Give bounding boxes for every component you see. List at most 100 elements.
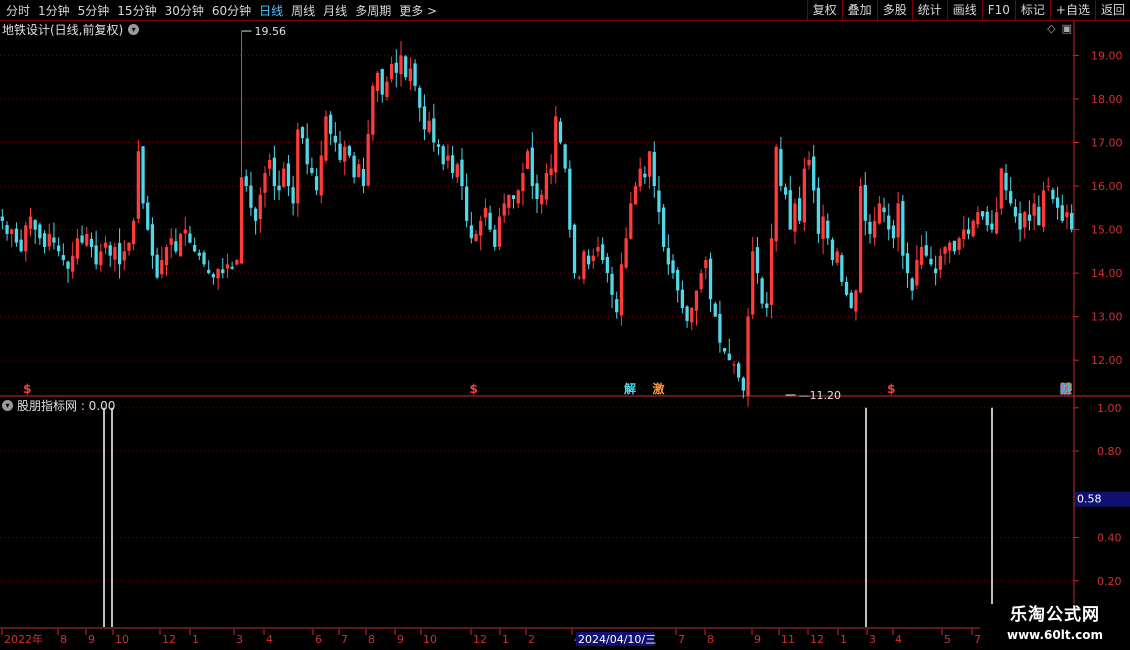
candle <box>1009 177 1013 206</box>
candle-body <box>835 251 839 263</box>
candle <box>525 148 530 169</box>
y-tick-label: 17.00 <box>1091 136 1123 149</box>
candle-body <box>371 85 375 135</box>
candle-body <box>108 245 112 256</box>
candle-body <box>71 255 75 272</box>
candle <box>413 59 417 92</box>
candle-body <box>80 235 84 243</box>
candle <box>460 148 464 201</box>
x-tick-label: 9 <box>397 633 404 646</box>
candle <box>1032 193 1036 230</box>
candle-body <box>774 146 778 242</box>
candle <box>1065 204 1069 230</box>
candle <box>497 207 502 251</box>
chevron-down-icon[interactable]: ▾ <box>2 399 13 411</box>
candle <box>1013 199 1018 223</box>
candle-body <box>436 144 441 147</box>
candle-body <box>258 194 262 220</box>
event-marker: $ <box>23 382 31 396</box>
candle-body <box>647 151 652 177</box>
candle <box>605 253 609 283</box>
candle <box>938 248 942 278</box>
candle-body <box>333 135 337 143</box>
candle-body <box>971 220 975 237</box>
candle-body <box>915 260 919 286</box>
candle <box>765 291 769 317</box>
candle <box>643 166 647 185</box>
candle <box>821 204 825 254</box>
candle <box>211 272 216 285</box>
candle <box>253 206 258 235</box>
candle <box>127 242 131 256</box>
candle <box>1055 186 1060 220</box>
candle <box>615 291 619 319</box>
candle-body <box>779 149 783 187</box>
candle <box>661 203 666 252</box>
candle <box>422 94 427 141</box>
candle-body <box>554 116 558 173</box>
candle-body <box>474 233 478 242</box>
indicator-label: 股朋指标网 : 0.00 <box>17 398 116 413</box>
candle <box>479 215 483 251</box>
candle-body <box>727 353 731 361</box>
watermark: 乐淘公式网 www.60lt.com <box>980 604 1130 650</box>
candle <box>268 153 272 177</box>
candle-body <box>305 138 309 165</box>
candle-body <box>380 69 384 95</box>
x-tick-label: 4 <box>266 633 273 646</box>
candle-body <box>849 292 853 308</box>
candlestick-chart[interactable]: 19.00 18.00 17.00 16.00 15.00 14.00 13.00 12.00… <box>0 0 1130 650</box>
candle <box>174 228 178 254</box>
candle-body <box>558 121 563 143</box>
candle <box>197 249 201 261</box>
candle <box>225 253 230 279</box>
candle <box>887 203 891 241</box>
candle-body <box>765 303 769 308</box>
indicator-axis: 1.00 0.80 0.40 0.20 0.58 <box>1074 402 1130 588</box>
candle <box>676 267 680 303</box>
candle <box>873 206 877 246</box>
candle <box>465 173 469 228</box>
candle-body <box>708 258 713 300</box>
candle <box>343 140 347 176</box>
candle-body <box>807 159 811 166</box>
candle-body <box>146 202 150 230</box>
candle <box>577 275 581 280</box>
candle <box>352 151 356 184</box>
candle-body <box>718 313 722 343</box>
candle-body <box>676 269 680 291</box>
candle <box>10 228 14 248</box>
candle-body <box>75 238 80 259</box>
candle <box>164 244 169 276</box>
candle-body <box>357 164 361 178</box>
candle <box>305 123 309 175</box>
candle-body <box>1032 203 1036 216</box>
candle-body <box>657 190 661 213</box>
candle-body <box>385 81 389 98</box>
candle <box>183 216 187 247</box>
candle-body <box>952 240 957 252</box>
candle-body <box>934 268 938 274</box>
candle <box>75 229 80 265</box>
candle <box>371 82 375 141</box>
candle-body <box>722 348 727 352</box>
candle-body <box>746 316 750 396</box>
x-tick-label: 12 <box>473 633 487 646</box>
candle <box>19 229 23 253</box>
candle-body <box>33 220 37 230</box>
price-axis: 19.00 18.00 17.00 16.00 15.00 14.00 13.00 12.00 <box>1074 49 1123 367</box>
candle-body <box>329 114 333 134</box>
candle <box>521 162 525 206</box>
candle <box>962 215 966 248</box>
y-tick-label: 14.00 <box>1091 267 1123 280</box>
candle <box>5 221 9 241</box>
candle-body <box>1051 189 1055 200</box>
candle-body <box>399 55 403 75</box>
candle <box>66 260 70 283</box>
y-tick-label: 13.00 <box>1091 311 1123 324</box>
candle <box>591 248 595 269</box>
candle-body <box>446 155 450 161</box>
candle-body <box>830 239 835 261</box>
candle <box>999 167 1003 215</box>
x-tick-label: 9 <box>754 633 761 646</box>
